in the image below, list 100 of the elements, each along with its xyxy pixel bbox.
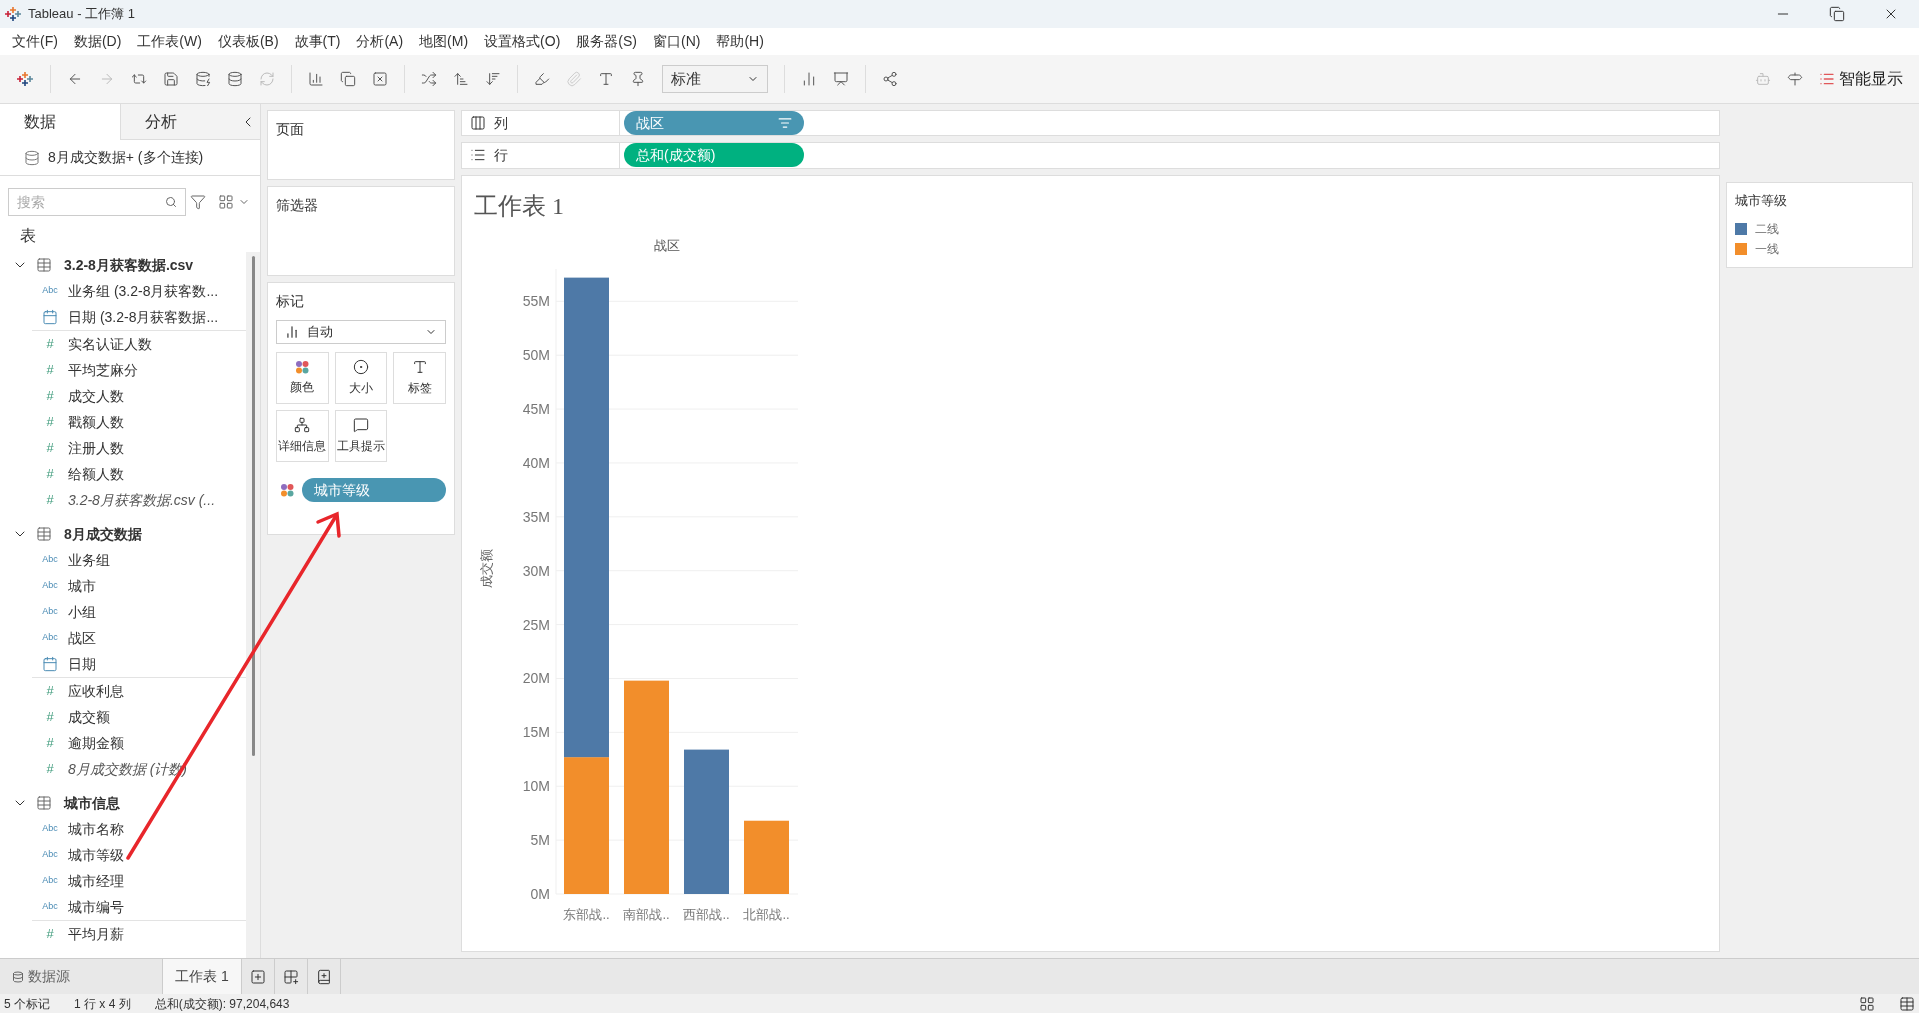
fit-dropdown[interactable]: 标准 bbox=[662, 65, 768, 93]
menu-item[interactable]: 设置格式(O) bbox=[476, 31, 569, 52]
new-dashboard-icon[interactable] bbox=[282, 968, 299, 985]
new-sheet-icon[interactable] bbox=[308, 71, 324, 87]
category-label: 南部战.. bbox=[623, 907, 670, 922]
mark-property-button[interactable]: 工具提示 bbox=[334, 410, 388, 462]
restore-icon[interactable] bbox=[1829, 6, 1845, 22]
field-item[interactable]: 战区 bbox=[68, 627, 96, 649]
share-icon[interactable] bbox=[882, 71, 898, 87]
field-item[interactable]: 给额人数 bbox=[68, 463, 124, 485]
swap-icon[interactable] bbox=[131, 71, 147, 87]
pane-tab[interactable]: 分析 bbox=[119, 104, 240, 140]
mark-property-button[interactable]: 标签 bbox=[393, 352, 446, 404]
axis-tick-label: 25M bbox=[522, 616, 550, 633]
search-field[interactable]: 搜索 bbox=[8, 188, 186, 216]
sheet-tab[interactable]: 数据源 bbox=[0, 959, 162, 994]
type-glyph: # bbox=[46, 760, 54, 779]
menu-item[interactable]: 工作表(W) bbox=[129, 31, 210, 52]
field-item[interactable]: 小组 bbox=[68, 601, 96, 623]
filters-card: 筛选器 bbox=[267, 186, 455, 276]
mark-property-button[interactable]: 大小 bbox=[334, 352, 388, 404]
clear-sheet-icon[interactable] bbox=[372, 71, 388, 87]
axis-tick-label: 10M bbox=[522, 778, 550, 795]
sheet-tab[interactable]: 工作表 1 bbox=[162, 959, 242, 994]
table-name[interactable]: 3.2-8月获客数据.csv bbox=[64, 254, 194, 276]
save-icon[interactable] bbox=[163, 71, 179, 87]
card-title: 标记 bbox=[276, 292, 305, 311]
view-options-icon[interactable] bbox=[218, 194, 234, 210]
text-icon[interactable] bbox=[598, 71, 614, 87]
field-item[interactable]: 城市经理 bbox=[68, 870, 124, 892]
field-item[interactable]: 业务组 bbox=[68, 549, 110, 571]
duplicate-icon[interactable] bbox=[340, 71, 356, 87]
sort-descending-icon[interactable] bbox=[485, 71, 501, 87]
search-icon[interactable] bbox=[165, 196, 177, 208]
field-item[interactable]: 日期 (3.2-8月获客数据... bbox=[68, 306, 219, 328]
mark-property-button[interactable]: 颜色 bbox=[276, 352, 329, 404]
swap-axes-icon[interactable] bbox=[421, 71, 437, 87]
paperclip-icon[interactable] bbox=[566, 71, 582, 87]
field-item[interactable]: 城市名称 bbox=[68, 818, 124, 840]
menu-item[interactable]: 窗口(N) bbox=[645, 31, 709, 52]
signpost-icon[interactable] bbox=[1787, 71, 1803, 87]
shelf-label: 行 bbox=[494, 145, 508, 165]
table-name[interactable]: 城市信息 bbox=[64, 792, 120, 814]
calendar-icon bbox=[42, 656, 58, 672]
field-item[interactable]: 应收利息 bbox=[68, 680, 124, 702]
sheet-title: 工作表 1 bbox=[474, 191, 565, 221]
pin-icon[interactable] bbox=[630, 71, 646, 87]
filter-icon[interactable] bbox=[190, 194, 206, 210]
status-text: 1 行 x 4 列 bbox=[74, 995, 131, 1013]
field-item[interactable]: 3.2-8月获客数据.csv (... bbox=[68, 489, 216, 511]
logo-icon[interactable] bbox=[4, 5, 22, 23]
grid-icon[interactable] bbox=[1859, 995, 1875, 1012]
field-item[interactable]: 注册人数 bbox=[68, 437, 124, 459]
highlighter-icon[interactable] bbox=[534, 71, 550, 87]
new-story-icon[interactable] bbox=[315, 968, 332, 985]
show-me-button[interactable]: 智能显示 bbox=[1819, 67, 1903, 91]
database-icon[interactable] bbox=[227, 71, 243, 87]
presentation-icon[interactable] bbox=[833, 71, 849, 87]
type-glyph: # bbox=[46, 361, 54, 380]
chart-icon[interactable] bbox=[801, 71, 817, 87]
new-worksheet-icon[interactable] bbox=[249, 968, 266, 985]
type-glyph: Abc bbox=[42, 284, 58, 298]
menu-item[interactable]: 分析(A) bbox=[348, 31, 412, 52]
field-item[interactable]: 平均月薪 bbox=[68, 923, 124, 945]
field-item[interactable]: 城市编号 bbox=[68, 896, 124, 918]
sort-ascending-icon[interactable] bbox=[453, 71, 469, 87]
menu-item[interactable]: 帮助(H) bbox=[708, 31, 772, 52]
menu-item[interactable]: 故事(T) bbox=[286, 31, 349, 52]
menu-item[interactable]: 数据(D) bbox=[65, 31, 130, 52]
field-item[interactable]: 日期 bbox=[68, 653, 96, 675]
field-item[interactable]: 实名认证人数 bbox=[68, 333, 152, 355]
menu-item[interactable]: 服务器(S) bbox=[568, 31, 645, 52]
type-glyph: Abc bbox=[42, 848, 58, 862]
search-input[interactable]: 搜索 bbox=[17, 191, 165, 213]
type-glyph: # bbox=[46, 682, 54, 701]
circles-icon bbox=[353, 359, 369, 375]
menu-item[interactable]: 文件(F) bbox=[4, 31, 66, 52]
field-item[interactable]: 成交额 bbox=[68, 706, 110, 728]
mark-type-dropdown[interactable]: 自动 bbox=[276, 320, 446, 344]
category-label: 北部战.. bbox=[743, 907, 790, 922]
logo-icon[interactable] bbox=[16, 70, 34, 88]
field-item[interactable]: 业务组 (3.2-8月获客数... bbox=[68, 280, 219, 302]
type-glyph: # bbox=[46, 413, 54, 432]
new-datasource-icon[interactable] bbox=[195, 71, 211, 87]
sort-icon[interactable] bbox=[778, 116, 792, 131]
field-item[interactable]: 戳额人数 bbox=[68, 411, 124, 433]
back-icon[interactable] bbox=[67, 71, 83, 87]
field-item[interactable]: 城市等级 bbox=[68, 844, 124, 866]
field-item[interactable]: 城市 bbox=[68, 575, 96, 597]
field-item[interactable]: 逾期金额 bbox=[68, 732, 124, 754]
menu-item[interactable]: 地图(M) bbox=[411, 31, 477, 52]
table-name[interactable]: 8月成交数据 bbox=[64, 523, 142, 545]
mark-property-button[interactable]: 详细信息 bbox=[276, 410, 329, 462]
field-item[interactable]: 平均芝麻分 bbox=[68, 359, 138, 381]
type-glyph: # bbox=[46, 335, 54, 354]
axis-tick-label: 55M bbox=[522, 293, 550, 310]
field-item[interactable]: 成交人数 bbox=[68, 385, 124, 407]
connection-name[interactable]: 8月成交数据+ (多个连接) bbox=[48, 147, 204, 168]
table-icon[interactable] bbox=[1899, 995, 1915, 1012]
menu-item[interactable]: 仪表板(B) bbox=[209, 31, 287, 52]
